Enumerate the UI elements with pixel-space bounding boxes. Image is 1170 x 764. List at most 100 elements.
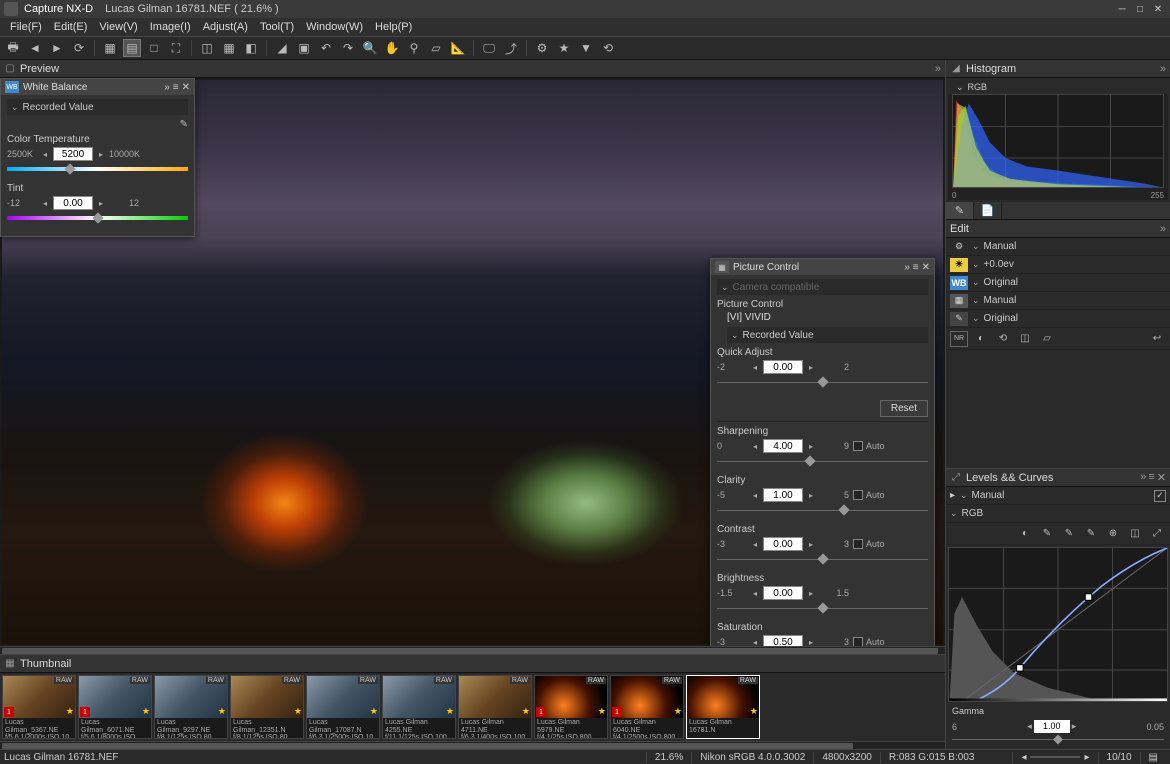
contrast-auto-checkbox[interactable]: Auto	[853, 539, 885, 549]
thumbnail-item[interactable]: RAW★Lucas Gilman_9297.NEf/8 1/125s ISO 8…	[154, 675, 228, 739]
black-point-picker-icon[interactable]: ✎	[1038, 526, 1056, 542]
color-temp-slider[interactable]: Color Temperature 2500K ◂ 5200 ▸ 10000K	[7, 134, 188, 177]
eyedropper-icon[interactable]: ⚲	[405, 39, 423, 57]
close-panel-icon[interactable]: ✕	[1157, 471, 1166, 484]
menu-file[interactable]: File(F)	[4, 21, 48, 33]
minimize-button[interactable]: ─	[1114, 2, 1130, 16]
gamma-slider[interactable]: 6 ◂ 1.00 ▸ 0.05	[946, 718, 1170, 735]
rotate-ccw-icon[interactable]: ↶	[317, 39, 335, 57]
add-point-icon[interactable]: ⊕	[1104, 526, 1122, 542]
increase-icon[interactable]: ▸	[97, 199, 105, 208]
decrease-icon[interactable]: ◂	[41, 199, 49, 208]
gray-point-picker-icon[interactable]: ✎	[1060, 526, 1078, 542]
menu-image[interactable]: Image(I)	[144, 21, 197, 33]
crop-icon[interactable]: ▱	[427, 39, 445, 57]
refresh-icon[interactable]: ⟳	[70, 39, 88, 57]
quick-adjust-value[interactable]: 0.00	[763, 360, 803, 374]
viewer-scrollbar[interactable]	[0, 646, 945, 654]
compare4-icon[interactable]: ▦	[220, 39, 238, 57]
filter-icon[interactable]: ▼	[577, 39, 595, 57]
print-icon[interactable]: 🖶	[4, 39, 22, 57]
menu-window[interactable]: Window(W)	[300, 21, 369, 33]
thumbs-icon[interactable]: ▦	[101, 39, 119, 57]
edit-row[interactable]: ✎⌄Original	[946, 310, 1170, 328]
levels-mode-dropdown[interactable]: ▸ ⌄ Manual ✓	[946, 487, 1170, 505]
picture-control-header[interactable]: ▦ Picture Control »≡✕	[711, 259, 934, 275]
star-icon[interactable]: ★	[555, 39, 573, 57]
decrease-icon[interactable]: ◂	[41, 150, 49, 159]
edit-row[interactable]: ☀⌄+0.0ev	[946, 256, 1170, 274]
collapse-icon[interactable]: »	[1160, 63, 1166, 75]
wb-mode-dropdown[interactable]: ⌄ Recorded Value	[7, 99, 188, 115]
sharpening-slider[interactable]: Sharpening 0 ◂ 4.00 ▸ 9 Auto	[717, 426, 928, 469]
collapse-icon[interactable]: »	[1160, 223, 1166, 235]
more-icon[interactable]: ≡	[913, 262, 919, 273]
compare2-icon[interactable]: ◫	[198, 39, 216, 57]
distortion-icon[interactable]: ◫	[1016, 331, 1034, 347]
auto-contrast-icon[interactable]: ◐	[1016, 526, 1034, 542]
thumbnail-item[interactable]: RAW1★Lucas Gilman_5367.NEf/5.6 1/2000s I…	[2, 675, 76, 739]
fullscreen-icon[interactable]: ⛶	[167, 39, 185, 57]
thumbnail-item[interactable]: RAW1★Lucas Gilman 6040.NEf/4 1/2500s ISO…	[610, 675, 684, 739]
levels-enable-checkbox[interactable]: ✓	[1154, 490, 1166, 502]
curves-editor[interactable]	[948, 547, 1168, 702]
thumbnail-scrollbar[interactable]	[0, 741, 945, 749]
reset-curve-icon[interactable]: ◫	[1126, 526, 1144, 542]
pin-icon[interactable]: »	[164, 82, 170, 93]
fit-icon[interactable]: ▣	[295, 39, 313, 57]
thumbnail-item[interactable]: RAW1★Lucas Gilman_6071.NEf/5.6 1/8000s I…	[78, 675, 152, 739]
status-menu-icon[interactable]: ▤	[1140, 752, 1166, 763]
histogram-icon[interactable]: ◢	[273, 39, 291, 57]
close-button[interactable]: ✕	[1150, 2, 1166, 16]
quick-adjust-slider[interactable]: Quick Adjust -2 ◂ 0.00 ▸ 2	[717, 347, 928, 390]
levels-channel-dropdown[interactable]: ⌄ RGB	[946, 505, 1170, 523]
zoom-slider[interactable]: ◂▸	[1012, 752, 1097, 763]
straighten-icon[interactable]: 📐	[449, 39, 467, 57]
thumbnail-item[interactable]: RAW★Lucas Gilman 4711.NEf/6.3 1/400s ISO…	[458, 675, 532, 739]
zoom-icon[interactable]: 🔍	[361, 39, 379, 57]
edit-row[interactable]: ⚙⌄Manual	[946, 238, 1170, 256]
eyedropper-wb-icon[interactable]: ✎	[180, 119, 188, 130]
more-icon[interactable]: ≡	[173, 82, 179, 93]
back-icon[interactable]: ◄	[26, 39, 44, 57]
undo-icon[interactable]: ⟲	[994, 331, 1012, 347]
hand-icon[interactable]: ✋	[383, 39, 401, 57]
saturation-auto-checkbox[interactable]: Auto	[853, 637, 885, 646]
monitor-icon[interactable]: 🖵	[480, 39, 498, 57]
close-panel-icon[interactable]: ✕	[182, 82, 190, 93]
single-icon[interactable]: □	[145, 39, 163, 57]
reset-button[interactable]: Reset	[880, 400, 928, 417]
thumbnail-item[interactable]: RAW★Lucas Gilman 16781.N	[686, 675, 760, 739]
white-balance-header[interactable]: WB White Balance »≡✕	[1, 79, 194, 95]
aberration-icon[interactable]: ▱	[1038, 331, 1056, 347]
edit-row[interactable]: WB⌄Original	[946, 274, 1170, 292]
thumbnail-item[interactable]: RAW★Lucas Gilman_12351.Nf/8 1/125s ISO 8…	[230, 675, 304, 739]
vignette-icon[interactable]: ◐	[972, 331, 990, 347]
color-temp-value[interactable]: 5200	[53, 147, 93, 161]
recorded-value-dropdown[interactable]: ⌄ Recorded Value	[727, 327, 928, 343]
gamma-value[interactable]: 1.00	[1034, 720, 1070, 733]
forward-icon[interactable]: ►	[48, 39, 66, 57]
clarity-slider[interactable]: Clarity -5 ◂ 1.00 ▸ 5 Auto	[717, 475, 928, 518]
thumbnail-item[interactable]: RAW★Lucas Gilman_17087.Nf/6.3 1/2500s IS…	[306, 675, 380, 739]
edit-tab[interactable]: ✎	[946, 202, 974, 219]
collapse-icon[interactable]: »	[935, 63, 941, 75]
rotate-cw-icon[interactable]: ↷	[339, 39, 357, 57]
menu-adjust[interactable]: Adjust(A)	[197, 21, 254, 33]
clear-icon[interactable]: ⟲	[599, 39, 617, 57]
gear-icon[interactable]: ⚙	[533, 39, 551, 57]
menu-view[interactable]: View(V)	[93, 21, 143, 33]
saturation-slider[interactable]: Saturation -3 ◂ 0.50 ▸ 3 Auto	[717, 622, 928, 646]
menu-edit[interactable]: Edit(E)	[48, 21, 94, 33]
histogram-channel-dropdown[interactable]: ⌄ RGB	[948, 80, 1168, 94]
edit-row[interactable]: ▦⌄Manual	[946, 292, 1170, 310]
contrast-slider[interactable]: Contrast -3 ◂ 0.00 ▸ 3 Auto	[717, 524, 928, 567]
brightness-slider[interactable]: Brightness -1.5 ◂ 0.00 ▸ 1.5	[717, 573, 928, 616]
tint-value[interactable]: 0.00	[53, 196, 93, 210]
menu-tool[interactable]: Tool(T)	[254, 21, 300, 33]
thumbnail-item[interactable]: RAW1★Lucas Gilman 5979.NEf/4 1/25s ISO 8…	[534, 675, 608, 739]
revert-icon[interactable]: ↩	[1148, 331, 1166, 347]
sharpening-auto-checkbox[interactable]: Auto	[853, 441, 885, 451]
nr-icon[interactable]: NR	[950, 331, 968, 347]
image-viewer[interactable]: WB White Balance »≡✕ ⌄ Recorded Value ✎ …	[0, 78, 945, 646]
